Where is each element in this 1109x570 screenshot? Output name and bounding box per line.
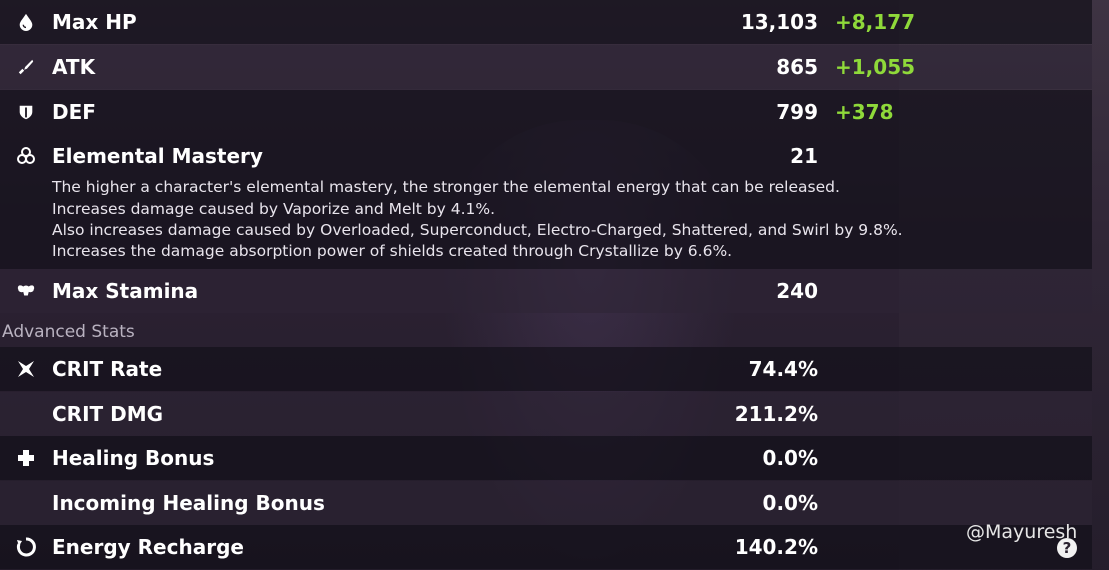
stat-bonus: +378 <box>835 100 894 124</box>
stat-row-crit-dmg: CRIT DMG 211.2% <box>0 392 1092 436</box>
stat-value: 140.2% <box>734 535 818 559</box>
stat-value: 21 <box>790 144 818 168</box>
elemental-mastery-description: The higher a character's elemental maste… <box>0 178 1092 269</box>
stat-label: ATK <box>52 55 96 79</box>
stat-label: Healing Bonus <box>52 446 215 470</box>
stat-row-healing-bonus: Healing Bonus 0.0% <box>0 436 1092 480</box>
stat-row-def: DEF 799 +378 <box>0 90 1092 134</box>
sword-icon <box>16 57 36 77</box>
description-line: Also increases damage caused by Overload… <box>52 221 903 239</box>
plus-icon <box>16 448 36 468</box>
stat-value: 0.0% <box>762 491 818 515</box>
stat-label: Max Stamina <box>52 279 199 303</box>
droplet-icon <box>16 12 36 32</box>
stat-row-atk: ATK 865 +1,055 <box>0 45 1092 89</box>
stat-row-incoming-healing-bonus: Incoming Healing Bonus 0.0% <box>0 481 1092 525</box>
description-line: The higher a character's elemental maste… <box>52 178 840 196</box>
help-icon[interactable]: ? <box>1057 538 1077 558</box>
stat-label: CRIT Rate <box>52 357 163 381</box>
stat-value: 13,103 <box>740 10 818 34</box>
stamina-icon <box>16 281 36 301</box>
stat-label: DEF <box>52 100 96 124</box>
stat-bonus: +8,177 <box>835 10 916 34</box>
stat-value: 211.2% <box>734 402 818 426</box>
elemental-mastery-icon <box>16 146 36 166</box>
stat-row-max-stamina: Max Stamina 240 <box>0 269 1092 313</box>
stat-row-max-hp: Max HP 13,103 +8,177 <box>0 0 1092 44</box>
stat-value: 0.0% <box>762 446 818 470</box>
stat-label: Max HP <box>52 10 137 34</box>
stat-bonus: +1,055 <box>835 55 916 79</box>
stat-label: CRIT DMG <box>52 402 164 426</box>
shield-icon <box>16 102 36 122</box>
crit-rate-icon <box>16 359 36 379</box>
stat-value: 74.4% <box>748 357 818 381</box>
energy-recharge-icon <box>16 537 36 557</box>
stat-row-crit-rate: CRIT Rate 74.4% <box>0 347 1092 391</box>
stats-overlay: Max HP 13,103 +8,177 ATK 865 +1,055 DEF … <box>0 0 1092 570</box>
description-line: Increases the damage absorption power of… <box>52 242 733 260</box>
stat-value: 865 <box>776 55 818 79</box>
stat-value: 799 <box>776 100 818 124</box>
stat-label: Energy Recharge <box>52 535 244 559</box>
stat-label: Elemental Mastery <box>52 144 263 168</box>
stat-label: Incoming Healing Bonus <box>52 491 325 515</box>
stat-row-energy-recharge: Energy Recharge 140.2% <box>0 525 1092 569</box>
description-line: Increases damage caused by Vaporize and … <box>52 200 496 218</box>
stat-value: 240 <box>776 279 818 303</box>
advanced-stats-header: Advanced Stats <box>2 322 135 342</box>
stat-row-elemental-mastery[interactable]: Elemental Mastery 21 <box>0 134 1092 178</box>
